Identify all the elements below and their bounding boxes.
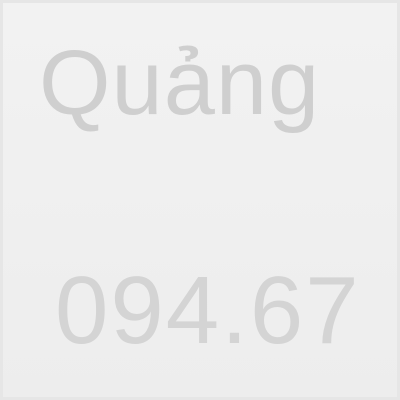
banner-headline: Quảng — [39, 32, 321, 134]
phone-number-text: 094.67 — [55, 257, 361, 364]
ad-banner-panel: Quảng 094.67 — [0, 0, 400, 400]
